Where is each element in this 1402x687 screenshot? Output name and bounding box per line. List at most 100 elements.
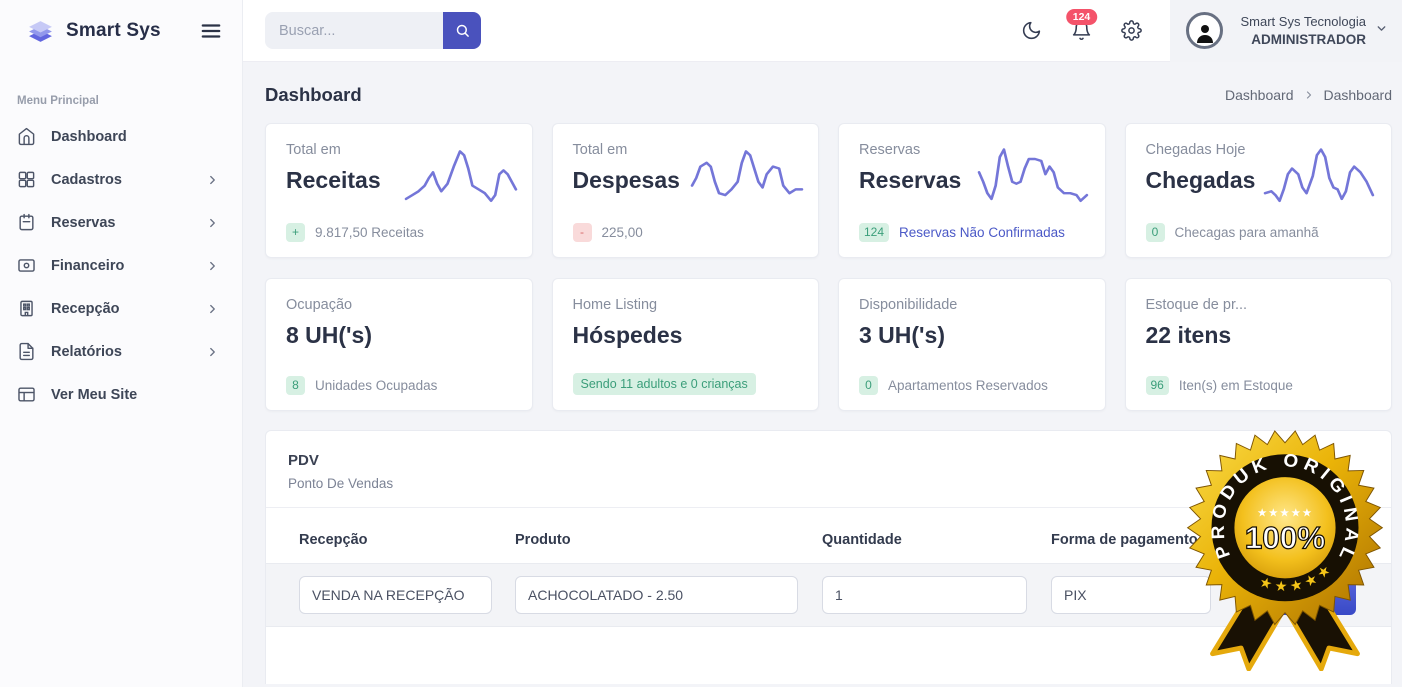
card-subtext: Checagas para amanhã [1175, 225, 1319, 240]
card-ocupacao: Ocupação 8 UH('s) 8 Unidades Ocupadas [265, 278, 533, 411]
report-icon [17, 342, 36, 361]
dark-mode-toggle[interactable] [1021, 20, 1042, 41]
sidebar-item-reservas[interactable]: Reservas [0, 201, 242, 244]
search-icon [455, 23, 470, 38]
layers-logo-icon [27, 18, 54, 45]
plus-badge: + [286, 223, 305, 242]
chevron-right-icon [203, 216, 222, 230]
notification-count-badge: 124 [1066, 9, 1098, 25]
sidebar-logo: Smart Sys [0, 0, 242, 62]
sidebar: Smart Sys Menu Principal Dashboard [0, 0, 243, 687]
chevron-right-icon [203, 302, 222, 316]
topbar: 124 [243, 0, 1402, 62]
sidebar-item-cadastros[interactable]: Cadastros [0, 158, 242, 201]
pdv-subtitle: Ponto De Vendas [288, 476, 1369, 491]
content-area: Dashboard Dashboard Dashboard Total em R… [243, 62, 1402, 687]
sidebar-item-ver-meu-site[interactable]: Ver Meu Site [0, 373, 242, 416]
count-badge: 0 [1146, 223, 1165, 242]
card-reservas: Reservas Reservas 124 Reservas Não Confi… [838, 123, 1106, 258]
moon-icon [1021, 20, 1042, 41]
guests-pill: Sendo 11 adultos e 0 crianças [573, 373, 756, 395]
sidebar-item-label: Dashboard [51, 129, 127, 145]
card-label: Home Listing [573, 297, 799, 313]
count-badge: 0 [859, 376, 878, 395]
card-subtext: Iten(s) em Estoque [1179, 378, 1293, 393]
col-produto: Produto [515, 532, 822, 548]
sidebar-item-label: Ver Meu Site [51, 387, 137, 403]
card-title: Hóspedes [573, 322, 799, 349]
breadcrumb-current: Dashboard [1324, 87, 1393, 103]
home-icon [17, 127, 36, 146]
sparkline-chart [1263, 140, 1377, 216]
sparkline-chart [404, 140, 518, 216]
sidebar-item-recepcao[interactable]: Recepção [0, 287, 242, 330]
gear-icon [1121, 20, 1142, 41]
stat-cards-row: Total em Receitas + 9.817,50 Receitas To… [265, 123, 1392, 411]
sidebar-item-financeiro[interactable]: Financeiro [0, 244, 242, 287]
search-bar [265, 12, 481, 49]
col-quantidade: Quantidade [822, 532, 1051, 548]
card-title: 3 UH('s) [859, 322, 1085, 349]
sidebar-item-label: Reservas [51, 215, 116, 231]
col-forma-pagamento: Forma de pagamento [1051, 532, 1391, 548]
card-hospedes: Home Listing Hóspedes Sendo 11 adultos e… [552, 278, 820, 411]
chevron-right-icon [203, 345, 222, 359]
card-subtext: Unidades Ocupadas [315, 378, 437, 393]
count-badge: 124 [859, 223, 889, 242]
cash-icon [17, 256, 36, 275]
breadcrumb: Dashboard Dashboard [1225, 87, 1392, 103]
sidebar-item-label: Financeiro [51, 258, 124, 274]
user-company: Smart Sys Tecnologia [1223, 14, 1366, 29]
search-button[interactable] [443, 12, 481, 49]
browser-icon [17, 385, 36, 404]
quantidade-input[interactable] [822, 576, 1027, 614]
chevron-right-icon [203, 173, 222, 187]
card-label: Estoque de pr... [1146, 297, 1372, 313]
forma-pagamento-select[interactable] [1051, 576, 1211, 614]
col-recepcao: Recepção [299, 532, 515, 548]
search-input[interactable] [265, 12, 443, 49]
app-title: Smart Sys [66, 20, 161, 42]
card-label: Disponibilidade [859, 297, 1085, 313]
sidebar-item-relatorios[interactable]: Relatórios [0, 330, 242, 373]
recepcao-select[interactable] [299, 576, 492, 614]
grid-icon [17, 170, 36, 189]
reservas-nao-confirmadas-link[interactable]: Reservas Não Confirmadas [899, 225, 1065, 240]
settings-button[interactable] [1121, 20, 1142, 41]
pdv-column-headers: Recepção Produto Quantidade Forma de pag… [266, 508, 1391, 548]
pdv-sale-row [266, 563, 1391, 627]
sidebar-item-label: Cadastros [51, 172, 122, 188]
card-title: 8 UH('s) [286, 322, 512, 349]
avatar [1186, 12, 1223, 49]
menu-section-label: Menu Principal [17, 95, 242, 107]
notifications-button[interactable]: 124 [1071, 20, 1092, 41]
hamburger-icon [200, 20, 222, 42]
sidebar-toggle-button[interactable] [200, 20, 222, 42]
chevron-right-icon [203, 259, 222, 273]
chevron-right-icon [1303, 89, 1315, 101]
sparkline-chart [977, 140, 1091, 216]
user-menu[interactable]: Smart Sys Tecnologia ADMINISTRADOR [1170, 0, 1402, 62]
card-disponibilidade: Disponibilidade 3 UH('s) 0 Apartamentos … [838, 278, 1106, 411]
card-chegadas: Chegadas Hoje Chegadas 0 Checagas para a… [1125, 123, 1393, 258]
card-despesas: Total em Despesas - 225,00 [552, 123, 820, 258]
card-label: Ocupação [286, 297, 512, 313]
card-subtext: 225,00 [602, 225, 643, 240]
sidebar-menu: Dashboard Cadastros Reservas [0, 115, 242, 416]
building-icon [17, 299, 36, 318]
user-role: ADMINISTRADOR [1223, 32, 1366, 47]
sidebar-item-dashboard[interactable]: Dashboard [0, 115, 242, 158]
minus-badge: - [573, 223, 592, 242]
produto-select[interactable] [515, 576, 798, 614]
sparkline-chart [690, 140, 804, 216]
pdv-submit-button[interactable] [1241, 575, 1356, 615]
app-window: Smart Sys Menu Principal Dashboard [0, 0, 1402, 687]
pdv-card: PDV Ponto De Vendas Recepção Produto Qua… [265, 430, 1392, 684]
card-title: 22 itens [1146, 322, 1372, 349]
sidebar-item-label: Relatórios [51, 344, 122, 360]
breadcrumb-link[interactable]: Dashboard [1225, 87, 1294, 103]
card-receitas: Total em Receitas + 9.817,50 Receitas [265, 123, 533, 258]
sidebar-item-label: Recepção [51, 301, 120, 317]
calendar-icon [17, 213, 36, 232]
card-subtext: 9.817,50 Receitas [315, 225, 424, 240]
